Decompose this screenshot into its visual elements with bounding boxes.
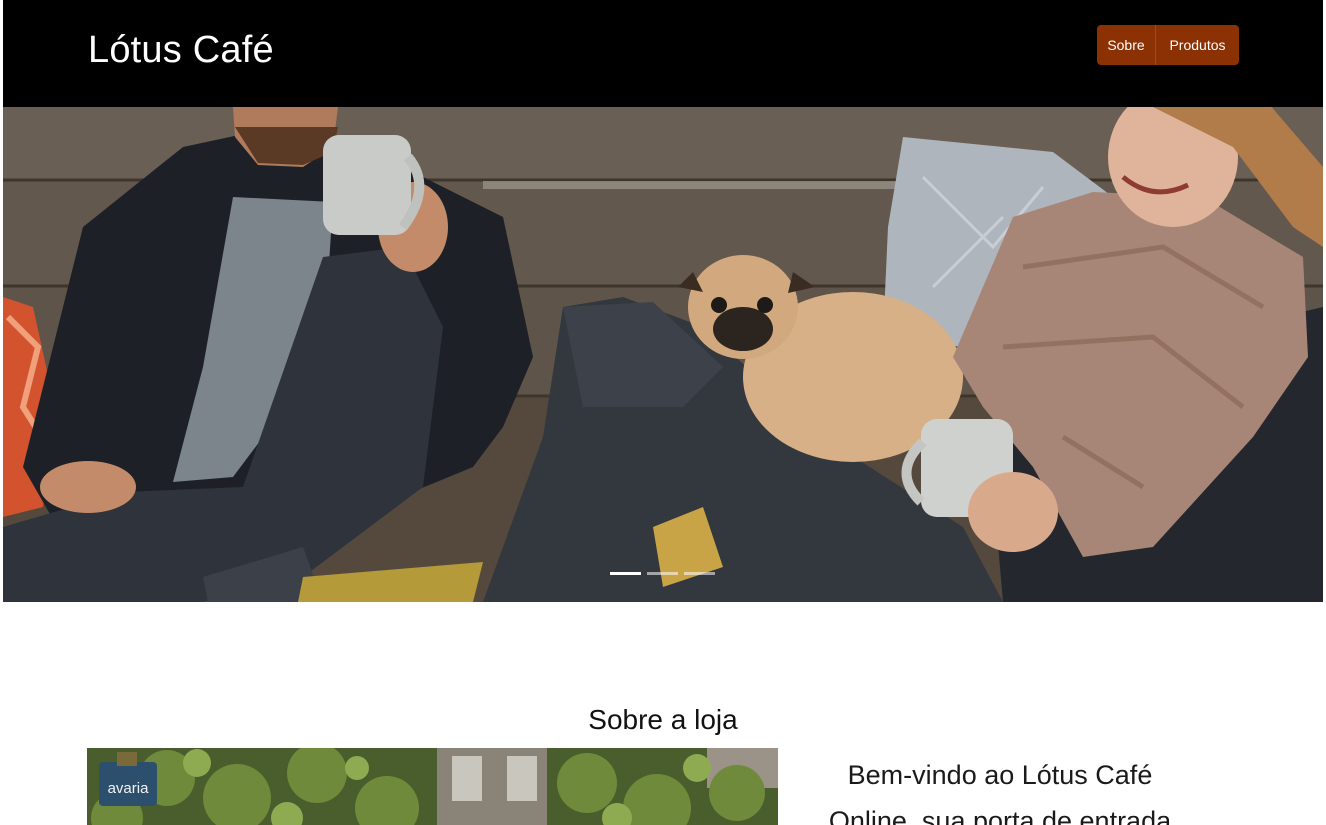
carousel-indicators xyxy=(610,572,715,575)
main-nav: Sobre Produtos xyxy=(1097,25,1239,65)
brand-logo-text[interactable]: Lótus Café xyxy=(88,26,274,74)
site-header: Lótus Café Sobre Produtos xyxy=(3,0,1323,107)
about-text-line-1: Bem-vindo ao Lótus Café xyxy=(847,760,1153,790)
about-text-line-2: Online, sua porta de entrada xyxy=(828,806,1172,825)
carousel-indicator-3[interactable] xyxy=(684,572,715,575)
nav-button-sobre[interactable]: Sobre xyxy=(1097,25,1155,65)
hero-carousel xyxy=(3,107,1323,602)
section-title-sobre-a-loja: Sobre a loja xyxy=(588,704,738,735)
bavaria-sign-text: avaria xyxy=(108,780,150,797)
store-photo: avaria xyxy=(87,748,778,825)
about-description: Bem-vindo ao Lótus Café Online, sua port… xyxy=(790,752,1210,825)
carousel-indicator-2[interactable] xyxy=(647,572,678,575)
nav-button-produtos[interactable]: Produtos xyxy=(1155,25,1239,65)
hero-image xyxy=(3,107,1323,602)
page: Lótus Café Sobre Produtos Sobre a loja a… xyxy=(0,0,1326,825)
carousel-indicator-1[interactable] xyxy=(610,572,641,575)
